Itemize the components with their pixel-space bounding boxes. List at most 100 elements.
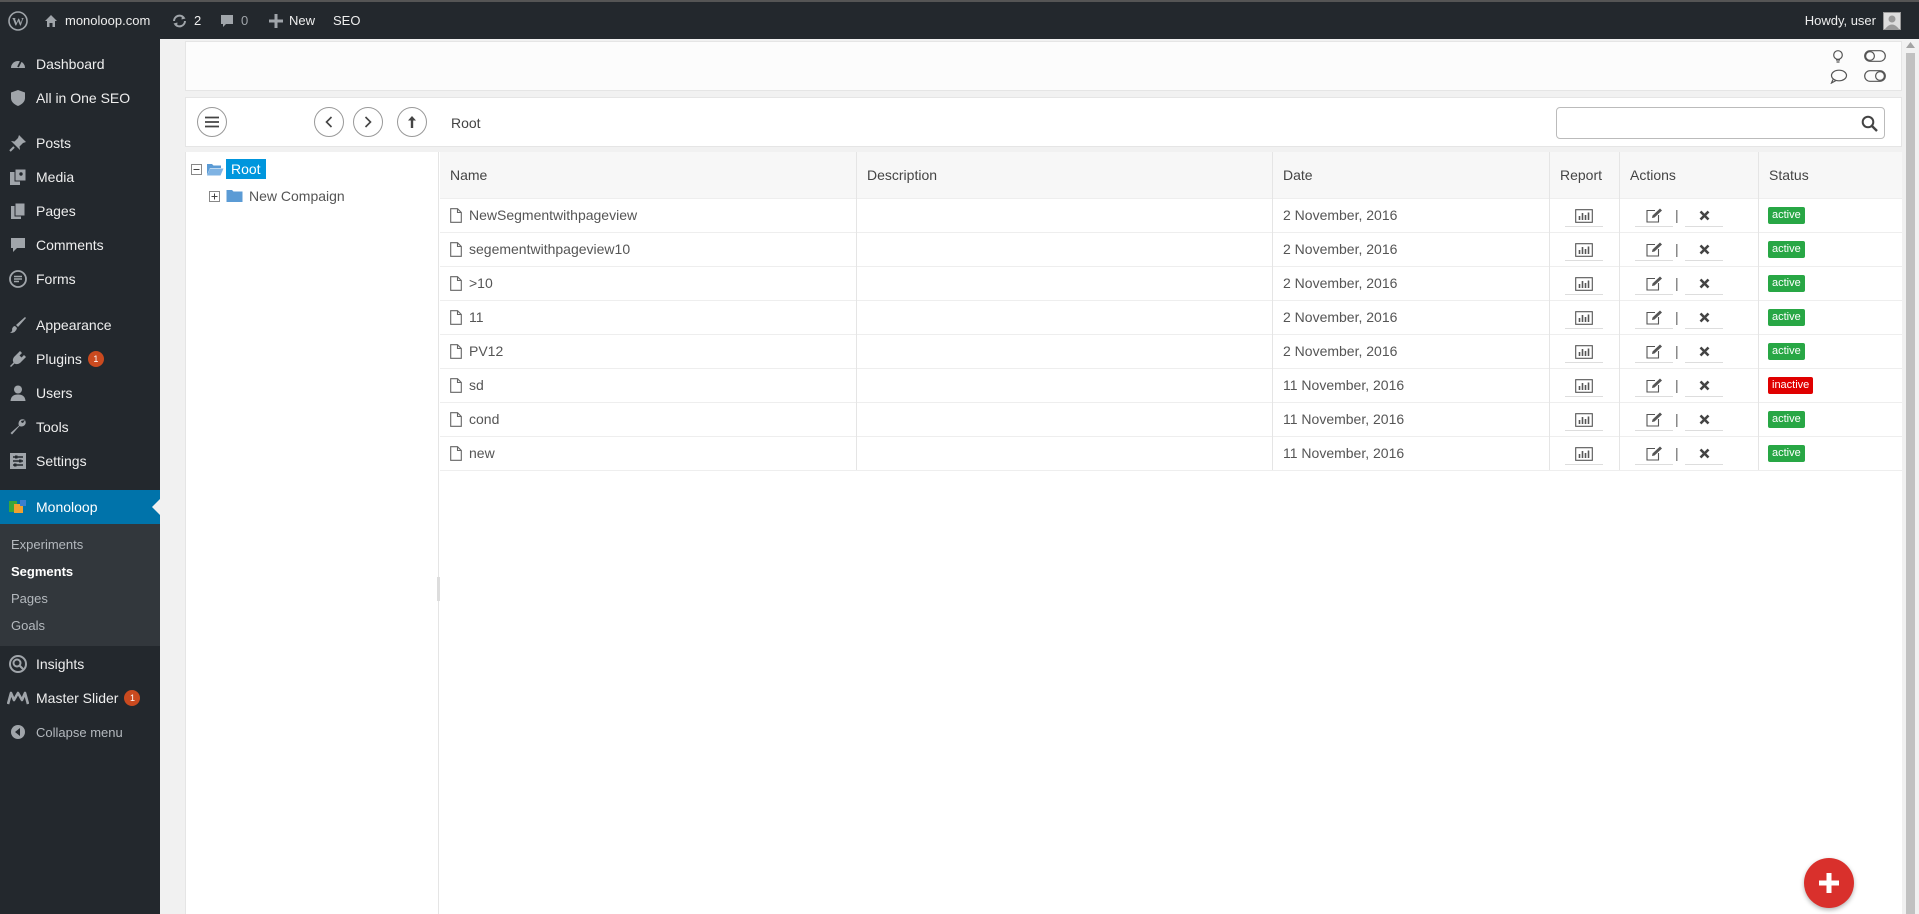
menu-button[interactable] [197,107,227,137]
edit-button[interactable] [1635,205,1673,227]
report-button[interactable] [1565,375,1603,397]
delete-button[interactable] [1685,307,1723,329]
report-button[interactable] [1565,443,1603,465]
delete-button[interactable] [1685,409,1723,431]
status-badge[interactable]: active [1768,343,1805,360]
lightbulb-icon[interactable] [1831,49,1845,65]
delete-button[interactable] [1685,205,1723,227]
report-button[interactable] [1565,341,1603,363]
sidebar-item-settings[interactable]: Settings [0,444,160,478]
sidebar-item-monoloop[interactable]: Monoloop [0,490,160,524]
edit-button[interactable] [1635,239,1673,261]
delete-button[interactable] [1685,273,1723,295]
cell-name[interactable]: new [440,436,856,470]
column-header-status[interactable]: Status [1758,152,1903,198]
sidebar-item-comments[interactable]: Comments [0,228,160,262]
edit-button[interactable] [1635,341,1673,363]
toggle-icon[interactable] [1864,70,1886,82]
cell-name[interactable]: cond [440,402,856,436]
status-badge[interactable]: active [1768,275,1805,292]
pane-splitter[interactable] [437,577,440,601]
segment-name[interactable]: cond [469,402,499,436]
scroll-up-arrow-icon[interactable] [1906,42,1915,48]
column-header-date[interactable]: Date [1272,152,1549,198]
tree-node-label[interactable]: New Compaign [249,188,345,204]
wordpress-logo[interactable]: W [8,2,34,39]
segment-name[interactable]: sd [469,368,484,402]
cell-name[interactable]: >10 [440,266,856,300]
status-badge[interactable]: active [1768,207,1805,224]
column-header-description[interactable]: Description [856,152,1272,198]
sidebar-item-appearance[interactable]: Appearance [0,308,160,342]
segment-name[interactable]: new [469,436,495,470]
new-content-link[interactable]: New [269,2,315,39]
breadcrumb[interactable]: Root [451,115,481,131]
report-button[interactable] [1565,307,1603,329]
status-badge[interactable]: active [1768,411,1805,428]
report-button[interactable] [1565,409,1603,431]
collapse-menu-button[interactable]: Collapse menu [0,715,160,749]
column-header-name[interactable]: Name [440,152,856,198]
sidebar-item-media[interactable]: Media [0,160,160,194]
delete-button[interactable] [1685,375,1723,397]
cell-name[interactable]: sd [440,368,856,402]
up-folder-button[interactable] [397,107,427,137]
submenu-item-experiments[interactable]: Experiments [11,537,83,552]
sidebar-item-forms[interactable]: Forms [0,262,160,296]
submenu-item-goals[interactable]: Goals [11,618,45,633]
table-row[interactable]: cond 11 November, 2016 | active [440,402,1903,437]
add-segment-button[interactable] [1804,858,1854,908]
edit-button[interactable] [1635,443,1673,465]
segment-name[interactable]: 11 [469,300,484,334]
sidebar-item-master-slider[interactable]: Master Slider 1 [0,681,160,715]
updates-link[interactable]: 2 [171,2,201,39]
submenu-item-segments[interactable]: Segments [11,564,73,579]
seo-link[interactable]: SEO [333,2,360,39]
sidebar-item-all-in-one-seo[interactable]: All in One SEO [0,81,160,115]
toggle-icon[interactable] [1864,50,1886,62]
status-badge[interactable]: active [1768,445,1805,462]
comments-link[interactable]: 0 [219,2,248,39]
cell-name[interactable]: segementwithpageview10 [440,232,856,266]
forward-button[interactable] [353,107,383,137]
edit-button[interactable] [1635,273,1673,295]
collapse-toggle-icon[interactable] [191,163,202,175]
table-row[interactable]: segementwithpageview10 2 November, 2016 … [440,232,1903,267]
chat-bubble-icon[interactable] [1830,69,1848,84]
cell-name[interactable]: NewSegmentwithpageview [440,198,856,232]
report-button[interactable] [1565,239,1603,261]
table-row[interactable]: new 11 November, 2016 | active [440,436,1903,471]
table-row[interactable]: PV12 2 November, 2016 | active [440,334,1903,369]
status-badge[interactable]: active [1768,241,1805,258]
table-row[interactable]: NewSegmentwithpageview 2 November, 2016 … [440,198,1903,233]
status-badge[interactable]: inactive [1768,377,1814,394]
tree-node-root[interactable]: Root [191,159,266,179]
tree-node-new-compaign[interactable]: New Compaign [209,188,345,204]
back-button[interactable] [314,107,344,137]
table-row[interactable]: 11 2 November, 2016 | active [440,300,1903,335]
delete-button[interactable] [1685,341,1723,363]
edit-button[interactable] [1635,409,1673,431]
sidebar-item-plugins[interactable]: Plugins 1 [0,342,160,376]
report-button[interactable] [1565,205,1603,227]
expand-toggle-icon[interactable] [209,190,220,202]
delete-button[interactable] [1685,443,1723,465]
delete-button[interactable] [1685,239,1723,261]
segment-name[interactable]: segementwithpageview10 [469,232,630,266]
search-input[interactable] [1557,108,1857,140]
edit-button[interactable] [1635,307,1673,329]
table-row[interactable]: sd 11 November, 2016 | inactive [440,368,1903,403]
submenu-item-pages[interactable]: Pages [11,591,48,606]
status-badge[interactable]: active [1768,309,1805,326]
sidebar-item-insights[interactable]: Insights [0,647,160,681]
sidebar-item-tools[interactable]: Tools [0,410,160,444]
column-header-report[interactable]: Report [1549,152,1619,198]
report-button[interactable] [1565,273,1603,295]
cell-name[interactable]: 11 [440,300,856,334]
edit-button[interactable] [1635,375,1673,397]
cell-name[interactable]: PV12 [440,334,856,368]
search-icon[interactable] [1861,115,1878,132]
site-name-link[interactable]: monoloop.com [43,2,150,39]
column-header-actions[interactable]: Actions [1619,152,1758,198]
sidebar-item-users[interactable]: Users [0,376,160,410]
